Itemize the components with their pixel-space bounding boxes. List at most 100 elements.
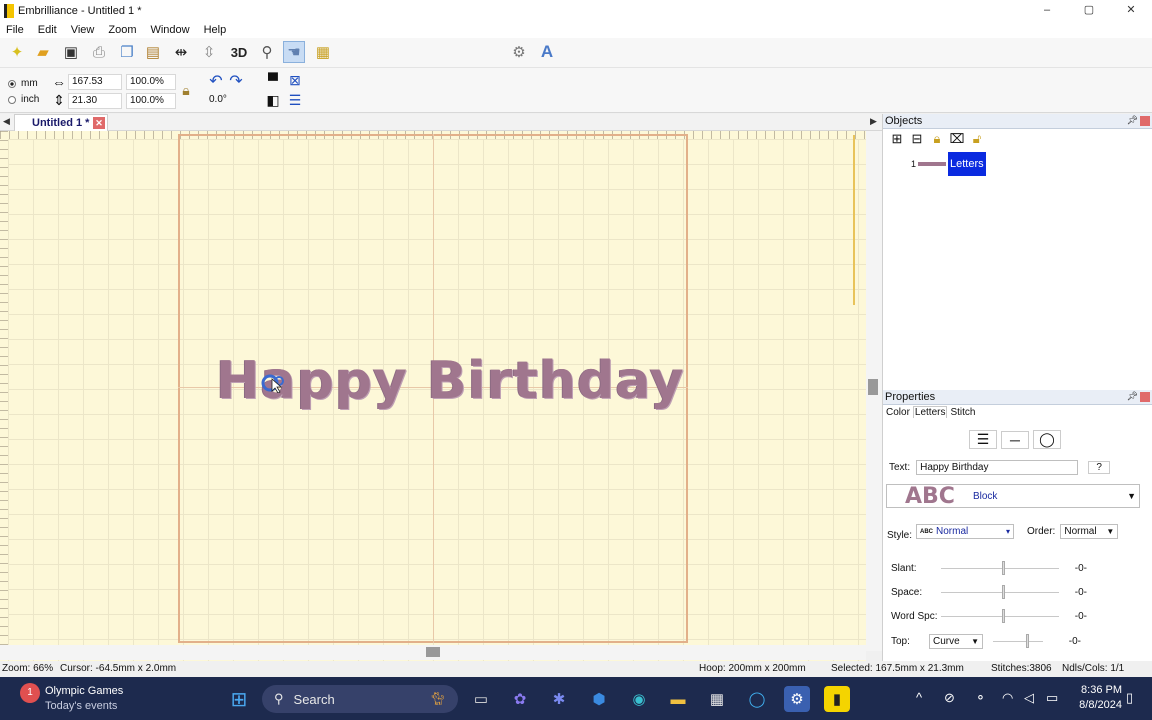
top-slider[interactable]: [993, 633, 1043, 648]
multi-line-icon[interactable]: ☰: [969, 430, 997, 449]
tab-scroll-left-icon[interactable]: ◀: [3, 116, 10, 127]
help-button[interactable]: ?: [1088, 461, 1111, 474]
mirror-vertical-icon[interactable]: ⇳: [198, 41, 220, 63]
slider-knob[interactable]: [1002, 608, 1005, 623]
delete-icon[interactable]: ⌧: [947, 131, 967, 147]
taskbar-search[interactable]: ⚲ Search 🐈︎: [262, 685, 458, 713]
unit-mm-radio[interactable]: mm: [8, 78, 38, 89]
menu-file[interactable]: File: [6, 24, 24, 36]
print-icon[interactable]: ⎙: [88, 41, 110, 63]
menu-view[interactable]: View: [71, 24, 95, 36]
font-selector[interactable]: ABC Block ▼: [886, 484, 1140, 509]
select-hand-icon[interactable]: ☚: [283, 41, 305, 63]
hoop-icon[interactable]: ▦: [312, 41, 334, 63]
task-view-icon[interactable]: ▭: [468, 686, 494, 712]
settings-gear-icon[interactable]: ⚙: [508, 41, 530, 63]
zoom-icon[interactable]: ⚲: [256, 41, 278, 63]
tab-scroll-right-icon[interactable]: ▶: [870, 116, 877, 127]
file-explorer-icon[interactable]: ▬: [665, 686, 691, 712]
menu-window[interactable]: Window: [150, 24, 189, 36]
new-file-icon[interactable]: ✦: [6, 41, 28, 63]
open-folder-icon[interactable]: ▰: [32, 41, 54, 63]
3d-view-button[interactable]: 3D: [228, 41, 250, 63]
notifications-icon[interactable]: ▯: [1126, 690, 1133, 706]
slider-knob[interactable]: [1026, 633, 1029, 648]
slider-knob[interactable]: [1002, 560, 1005, 575]
vertical-scrollbar[interactable]: [866, 131, 882, 651]
menu-zoom[interactable]: Zoom: [108, 24, 136, 36]
edge-browser-icon[interactable]: ◉: [626, 686, 652, 712]
save-icon[interactable]: ▣: [60, 41, 82, 63]
tab-letters[interactable]: Letters: [912, 406, 948, 418]
teams-icon[interactable]: ✱: [546, 686, 572, 712]
text-tool-icon[interactable]: A: [536, 41, 558, 63]
center-icon[interactable]: ⊠: [286, 72, 304, 89]
volume-icon[interactable]: ◁: [1024, 690, 1034, 706]
horizontal-scrollbar[interactable]: [0, 645, 866, 660]
space-slider[interactable]: [941, 584, 1059, 599]
lock-icon[interactable]: 🔒︎: [927, 131, 947, 147]
security-icon[interactable]: ⬢: [586, 686, 612, 712]
rotate-left-icon[interactable]: ↶: [206, 71, 226, 91]
tray-chevron-icon[interactable]: ^: [916, 690, 922, 705]
paste-icon[interactable]: ▤: [142, 41, 164, 63]
unit-inch-radio[interactable]: inch: [8, 94, 39, 105]
pin-icon[interactable]: 📌︎: [1127, 391, 1138, 402]
height-percent-field[interactable]: 100.0%: [126, 93, 176, 109]
align-top-icon[interactable]: ▀: [264, 72, 282, 88]
style-select[interactable]: ABC Normal ▾: [916, 524, 1015, 539]
slant-slider[interactable]: [941, 560, 1059, 575]
panel-close-icon[interactable]: [1140, 392, 1150, 402]
close-button[interactable]: ✕: [1110, 0, 1152, 21]
settings-app-icon[interactable]: ⚙: [784, 686, 810, 712]
copilot-icon[interactable]: ✿: [507, 686, 533, 712]
embrilliance-app-icon[interactable]: ▮: [824, 686, 850, 712]
cortana-icon[interactable]: ◯: [744, 686, 770, 712]
ungroup-icon[interactable]: ⊟: [907, 131, 927, 147]
mirror-horizontal-icon[interactable]: ⇹: [170, 41, 192, 63]
align-left-icon[interactable]: ◧: [264, 92, 282, 109]
object-tree-item[interactable]: 1 Letters: [911, 152, 986, 176]
taskbar-clock[interactable]: 8:36 PM 8/8/2024: [1079, 683, 1122, 713]
store-icon[interactable]: ▦: [704, 686, 730, 712]
circle-text-icon[interactable]: ◯: [1033, 430, 1061, 449]
network-off-icon[interactable]: ⊘: [944, 690, 955, 706]
top-shape-select[interactable]: Curve ▼: [929, 634, 983, 649]
height-field[interactable]: 21.30: [68, 93, 122, 109]
vertical-scroll-thumb[interactable]: [868, 379, 878, 395]
pin-icon[interactable]: 📌︎: [1127, 115, 1138, 126]
horizontal-scroll-thumb[interactable]: [426, 647, 440, 657]
tab-stitch[interactable]: Stitch: [949, 407, 976, 418]
microphone-icon[interactable]: ⚬: [975, 690, 986, 706]
list-icon[interactable]: ☰: [286, 92, 304, 109]
panel-close-icon[interactable]: [1140, 116, 1150, 126]
copy-icon[interactable]: ❐: [116, 41, 138, 63]
order-select[interactable]: Normal ▼: [1060, 524, 1119, 539]
aspect-lock-icon[interactable]: 🔒︎: [178, 82, 194, 99]
group-icon[interactable]: ⊞: [887, 131, 907, 147]
menu-edit[interactable]: Edit: [38, 24, 57, 36]
wifi-icon[interactable]: ◠: [1002, 690, 1013, 706]
maximize-button[interactable]: ▢: [1068, 0, 1110, 21]
width-percent-field[interactable]: 100.0%: [126, 74, 176, 90]
battery-icon[interactable]: ▭: [1046, 690, 1058, 706]
unlock-icon[interactable]: 🔓︎: [967, 131, 987, 147]
text-input[interactable]: Happy Birthday: [916, 460, 1079, 475]
news-subtitle: Today's events: [45, 700, 118, 712]
rotate-right-icon[interactable]: ↷: [226, 71, 246, 91]
space-value: -0-: [1074, 587, 1087, 598]
tab-close-icon[interactable]: ✕: [93, 117, 105, 129]
tab-color[interactable]: Color: [885, 407, 911, 418]
design-canvas[interactable]: Happy Birthday: [0, 131, 866, 661]
slider-knob[interactable]: [1002, 584, 1005, 599]
news-widget[interactable]: Olympic Games Today's events: [45, 684, 123, 714]
menu-help[interactable]: Help: [204, 24, 227, 36]
single-line-icon[interactable]: ─: [1001, 430, 1029, 449]
minimize-button[interactable]: –: [1026, 0, 1068, 21]
windows-start-icon[interactable]: ⊞: [226, 686, 252, 712]
embroidery-text-design[interactable]: Happy Birthday: [216, 351, 685, 411]
tab-untitled-1[interactable]: Untitled 1 * ✕: [14, 114, 108, 131]
word-spacing-slider[interactable]: [941, 608, 1059, 623]
width-field[interactable]: 167.53: [68, 74, 122, 90]
rotation-field[interactable]: 0.0°: [206, 93, 246, 109]
